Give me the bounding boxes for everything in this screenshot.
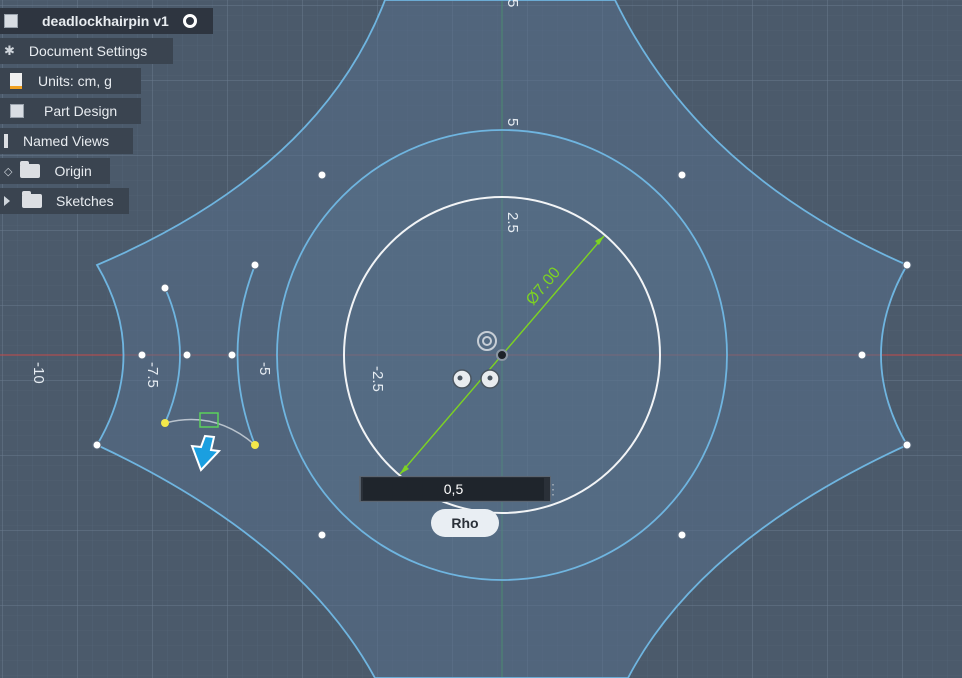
document-title-row[interactable]: deadlockhairpin v1 <box>0 8 213 34</box>
units-icon <box>10 73 22 89</box>
activate-radio-icon[interactable] <box>182 14 197 28</box>
browser-item-label: Part Design <box>44 103 118 119</box>
visibility-icon[interactable]: ◇ <box>4 165 12 178</box>
browser-item-sketches[interactable]: Sketches <box>0 188 129 214</box>
browser-item-label: Sketches <box>56 193 114 209</box>
origin-point-icon[interactable] <box>496 349 508 361</box>
expand-caret-icon[interactable] <box>4 196 10 206</box>
document-box-icon <box>4 14 18 28</box>
box-icon <box>10 104 24 118</box>
folder-icon <box>4 134 8 148</box>
browser-item-part-design[interactable]: Part Design <box>0 98 141 124</box>
axis-label-h-neg2-5: -2.5 <box>369 366 386 392</box>
browser-item-units[interactable]: Units: cm, g <box>0 68 141 94</box>
folder-icon <box>20 161 41 178</box>
rho-input-box: ⋮ <box>359 476 560 502</box>
browser-item-document-settings[interactable]: ✱ Document Settings <box>0 38 173 64</box>
browser-item-label: Named Views <box>23 133 110 149</box>
sketch-canvas[interactable]: Ø7.00 -5 5 2.5 -10 -7.5 -5 -2.5 <box>0 0 962 678</box>
more-options-icon[interactable]: ⋮ <box>546 477 560 501</box>
browser-item-named-views[interactable]: Named Views <box>0 128 133 154</box>
browser-item-label: Units: cm, g <box>38 73 112 89</box>
document-title: deadlockhairpin v1 <box>42 13 169 29</box>
axis-label-h-neg10: -10 <box>30 362 47 384</box>
drag-handle[interactable] <box>360 477 361 501</box>
axis-label-h-neg7-5: -7.5 <box>144 362 161 388</box>
browser-item-label: Origin <box>54 163 92 179</box>
browser-item-label: Document Settings <box>28 43 148 59</box>
axis-label-v-2-5: 2.5 <box>504 212 521 233</box>
axis-label-v-5: 5 <box>504 118 521 126</box>
gear-icon: ✱ <box>4 43 15 58</box>
axis-label-v-top: -5 <box>504 0 521 7</box>
browser-item-origin[interactable]: ◇ Origin <box>0 158 110 184</box>
rho-value-input[interactable] <box>363 478 544 500</box>
folder-icon <box>22 191 42 208</box>
rho-button[interactable]: Rho <box>431 509 499 537</box>
axis-label-h-neg5: -5 <box>256 362 273 375</box>
